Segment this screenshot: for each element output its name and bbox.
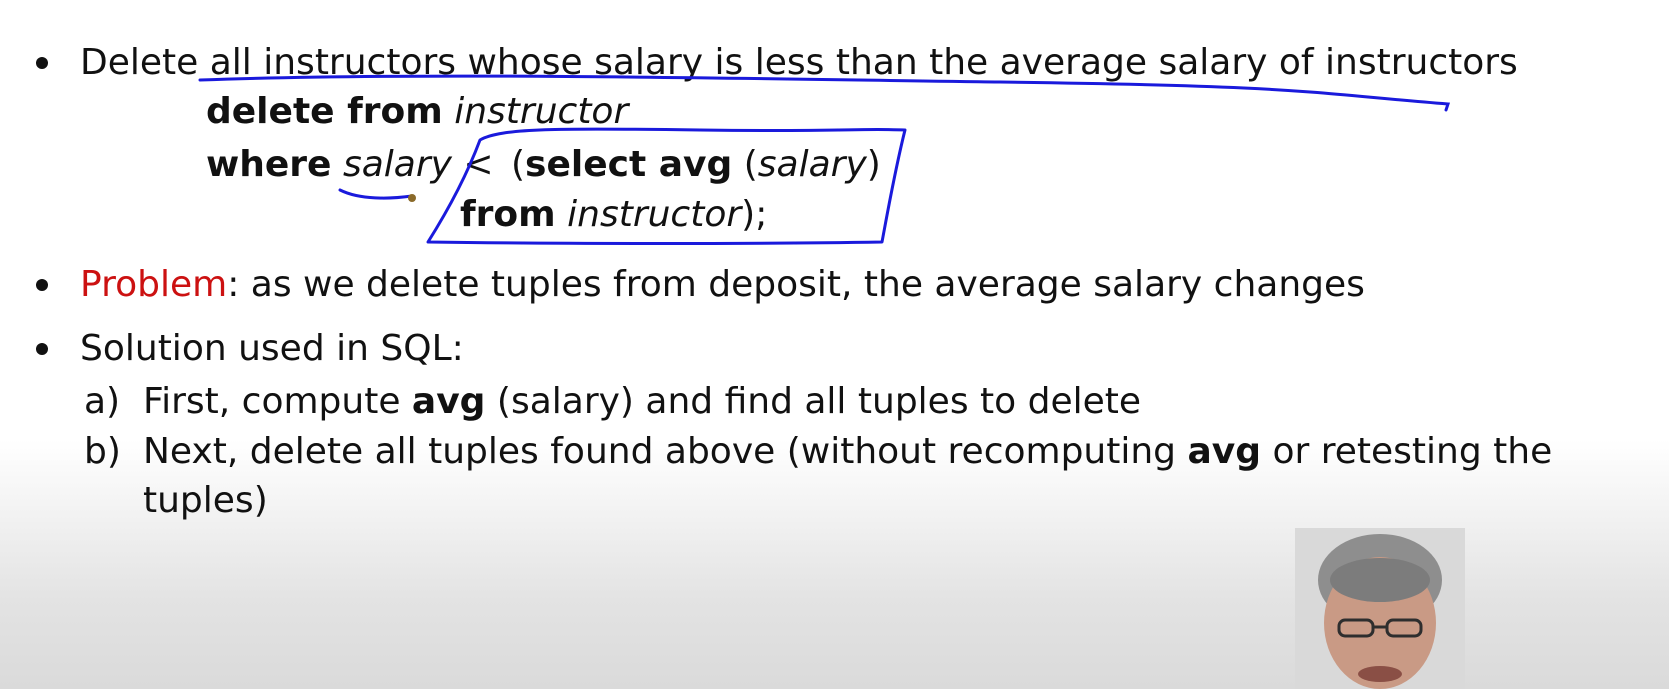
sql-from-table: instructor <box>567 194 742 235</box>
step-a-keyword: avg <box>411 381 486 422</box>
sql-delete-keyword: delete from <box>206 91 443 132</box>
salary-arrow-annotation <box>338 188 414 200</box>
bullet-1-body: all instructors whose salary is less tha… <box>209 42 1518 83</box>
bullet-1-dot <box>36 57 48 69</box>
problem-label: Problem <box>80 264 228 305</box>
bullet-1-prefix: Delete <box>80 42 210 83</box>
step-b-text: Next, delete all tuples found above (wit… <box>143 431 1552 473</box>
pointer-dot <box>408 194 416 202</box>
sql-avg-close: ) <box>866 144 881 185</box>
step-b-before: Next, delete all tuples found above (wit… <box>143 431 1188 472</box>
sql-operator: < <box>463 144 494 185</box>
sql-avg-column: salary <box>757 144 867 185</box>
sql-delete-table: instructor <box>454 91 629 132</box>
step-b-cont: tuples) <box>143 480 268 521</box>
step-b-keyword: avg <box>1187 431 1262 472</box>
sql-subquery-open: ( <box>511 144 526 185</box>
step-b-after: or retesting the <box>1261 431 1553 472</box>
sql-from-keyword: from <box>460 194 556 235</box>
step-a-before: First, compute <box>143 381 412 422</box>
problem-text: : as we delete tuples from deposit, the … <box>227 264 1365 305</box>
bullet-2-text: Problem: as we delete tuples from deposi… <box>80 264 1365 306</box>
bullet-2-dot <box>36 279 48 291</box>
step-a-after: (salary) and find all tuples to delete <box>485 381 1142 422</box>
solution-heading: Solution used in SQL: <box>80 328 464 369</box>
step-b-continuation: tuples) <box>143 480 268 522</box>
presenter-image <box>1295 528 1465 689</box>
sql-delete-line: delete from instructor <box>206 91 628 133</box>
step-b-marker: b) <box>84 431 121 472</box>
sql-statement-end: ); <box>741 194 768 235</box>
sql-from-line: from instructor); <box>460 194 767 236</box>
step-a-marker: a) <box>84 381 121 422</box>
bullet-3-text: Solution used in SQL: <box>80 328 464 370</box>
step-a-text: First, compute avg (salary) and find all… <box>143 381 1141 423</box>
sql-select-keyword: select avg <box>525 144 733 185</box>
sql-avg-open: ( <box>743 144 758 185</box>
sql-where-keyword: where <box>206 144 332 185</box>
step-a: a) <box>84 381 120 423</box>
bullet-1-text: Delete all instructors whose salary is l… <box>80 42 1518 84</box>
sql-where-column: salary <box>342 144 452 185</box>
bullet-3-dot <box>36 343 48 355</box>
sql-where-line: where salary < (select avg (salary) <box>206 144 881 186</box>
step-b: b) <box>84 431 121 473</box>
presenter-video <box>1295 528 1465 689</box>
